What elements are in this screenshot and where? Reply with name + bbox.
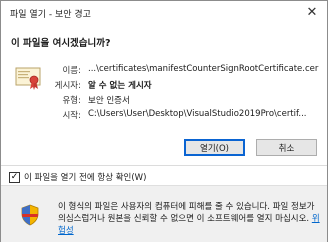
cancel-button[interactable]: 취소 [256,139,317,156]
title-bar: 파일 열기 - 보안 경고 ✕ [1,1,327,25]
always-ask-checkbox[interactable]: ✓ [9,171,20,183]
close-icon: ✕ [306,4,318,20]
from-label: 시작: [62,111,81,121]
publisher-value: 알 수 없는 게시자 [88,81,152,91]
open-button[interactable]: 열기(O) [184,139,245,156]
publisher-label: 게시자: [54,81,81,91]
close-button[interactable]: ✕ [297,1,327,23]
dialog-body: 이 파일을 여시겠습니까? 이름: ...\certificates\manif… [1,25,327,169]
security-warning-dialog: 파일 열기 - 보안 경고 ✕ 이 파일을 여시겠습니까? 이름: ...\ce… [0,0,328,242]
always-ask-label: 이 파일을 열기 전에 항상 확인(W) [24,173,147,183]
warning-message: 이 형식의 파일은 사용자의 컴퓨터에 피해를 줄 수 있습니다. 파일 정보가… [58,202,315,224]
name-label: 이름: [62,66,81,76]
warning-area: 이 형식의 파일은 사용자의 컴퓨터에 피해를 줄 수 있습니다. 파일 정보가… [1,185,327,242]
divider [1,165,327,166]
type-label: 유형: [62,96,81,106]
dialog-heading: 이 파일을 여시겠습니까? [11,38,111,49]
type-value: 보안 인증서 [88,96,130,106]
security-shield-icon [21,204,39,226]
from-value: C:\Users\User\Desktop\VisualStudio2019Pr… [88,109,307,119]
window-title: 파일 열기 - 보안 경고 [10,10,91,20]
always-ask-row[interactable]: ✓ 이 파일을 열기 전에 항상 확인(W) [9,171,146,183]
warning-text: 이 형식의 파일은 사용자의 컴퓨터에 피해를 줄 수 있습니다. 파일 정보가… [58,201,320,237]
name-value: ...\certificates\manifestCounterSignRoot… [88,64,319,74]
